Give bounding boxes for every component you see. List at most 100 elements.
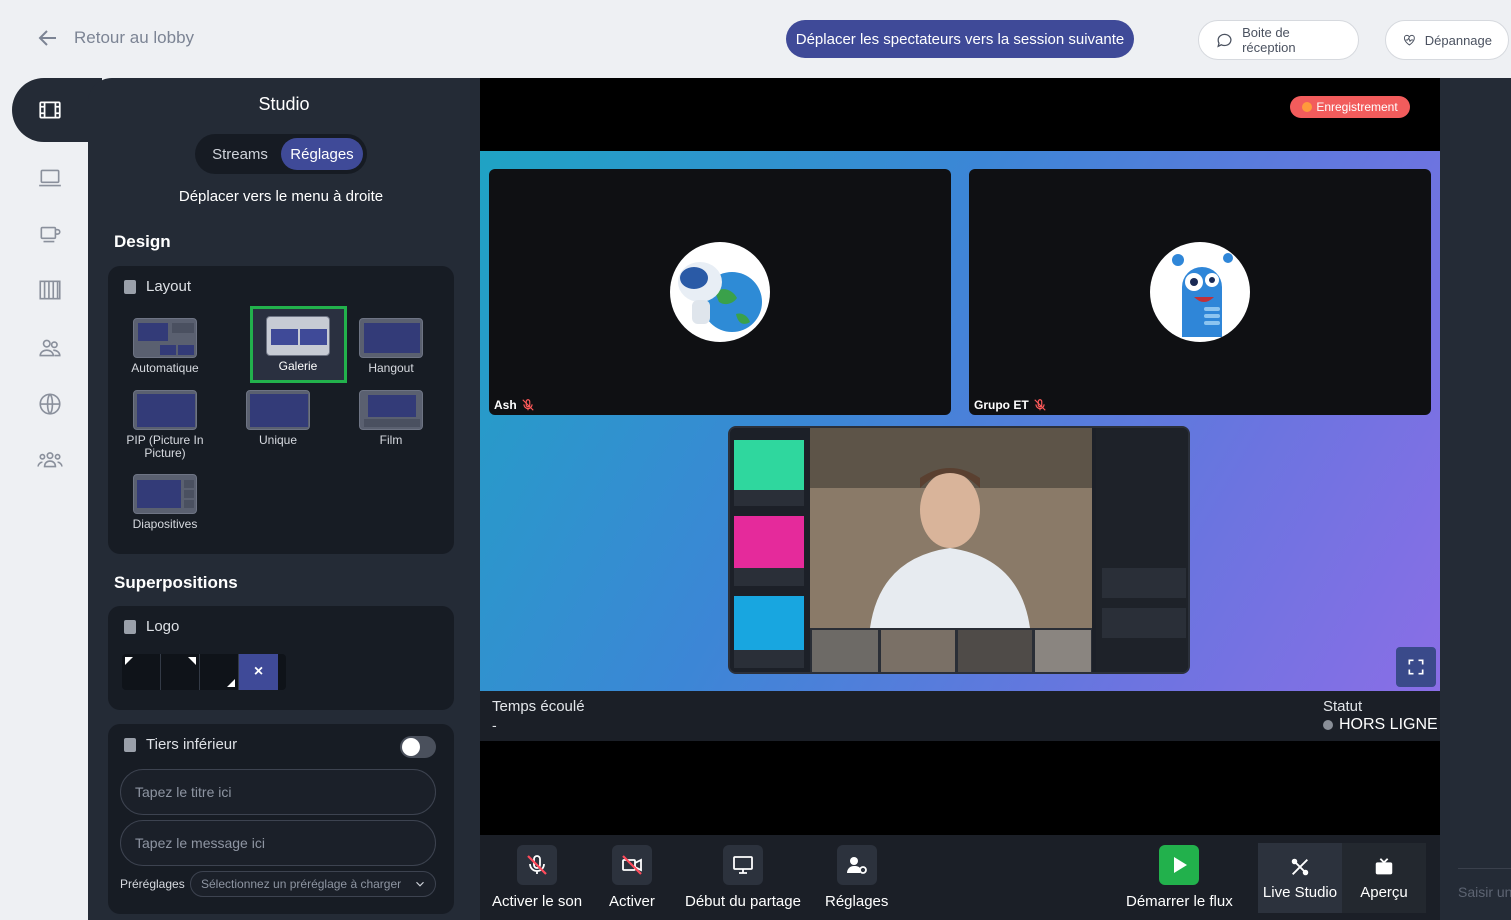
rail-screen[interactable] <box>36 164 64 192</box>
logo-header: Logo <box>124 618 179 635</box>
panel-title: Studio <box>258 94 310 114</box>
back-label: Retour au lobby <box>74 28 195 47</box>
participant-name-text: Grupo ET <box>974 398 1029 412</box>
studio-stage: Enregistrement Ash Grupo ET Temps écoulé… <box>480 78 1440 920</box>
layout-pip-label: PIP (Picture In Picture) <box>126 433 204 460</box>
lower-third-toggle[interactable] <box>400 736 436 758</box>
troubleshoot-button[interactable]: Dépannage <box>1385 20 1509 60</box>
avatar-ash <box>670 242 770 342</box>
logo-bottom-right[interactable] <box>200 654 239 690</box>
layout-gallery[interactable]: Galerie <box>250 316 346 373</box>
film-icon <box>39 101 61 119</box>
start-stream-label: Démarrer le flux <box>1126 893 1233 910</box>
chevron-down-icon <box>416 881 424 887</box>
unmute-button[interactable]: Activer le son <box>492 845 582 910</box>
mic-off-icon <box>522 399 534 411</box>
grid-icon <box>39 280 61 300</box>
logo-clear-button[interactable]: × <box>239 654 278 690</box>
logo-top-right[interactable] <box>161 654 200 690</box>
logo-position-picker: × <box>122 654 286 690</box>
participant-tile-grupo-et[interactable]: Grupo ET <box>969 169 1431 415</box>
back-to-lobby-link[interactable]: Retour au lobby <box>36 26 194 50</box>
lower-third-card: Tiers inférieur Tapez le titre ici Tapez… <box>108 724 454 914</box>
overlays-heading: Superpositions <box>114 573 238 592</box>
recording-label: Enregistrement <box>1316 100 1398 114</box>
logo-top-left[interactable] <box>122 654 161 690</box>
enable-video-button[interactable]: Activer <box>609 845 655 910</box>
live-studio-tab[interactable]: Live Studio <box>1258 843 1342 913</box>
group-icon <box>37 452 63 468</box>
move-right-link[interactable]: Déplacer vers le menu à droite <box>88 188 474 205</box>
shared-screen-image <box>730 428 1188 672</box>
camera-button-box <box>611 845 652 885</box>
enable-video-label: Activer <box>609 893 655 910</box>
settings-button[interactable]: Réglages <box>825 845 888 910</box>
inbox-label: Boite de réception <box>1242 25 1296 55</box>
layout-single[interactable]: Unique <box>230 390 326 447</box>
user-gear-icon <box>846 857 867 874</box>
inbox-button[interactable]: Boite de réception <box>1198 20 1359 60</box>
start-stream-button[interactable]: Démarrer le flux <box>1126 845 1233 910</box>
left-rail <box>0 78 88 920</box>
top-bar: Retour au lobby Déplacer les spectateurs… <box>0 0 1511 78</box>
camera-off-icon <box>622 855 642 875</box>
move-viewers-button[interactable]: Déplacer les spectateurs vers la session… <box>786 20 1134 58</box>
start-share-label: Début du partage <box>685 893 801 910</box>
broadcast-canvas: Ash Grupo ET <box>480 151 1440 691</box>
layout-pip-thumb <box>133 390 197 430</box>
layout-pip[interactable]: PIP (Picture In Picture) <box>117 390 213 460</box>
layout-header: Layout <box>124 278 191 295</box>
rail-people[interactable] <box>36 334 64 362</box>
elapsed-value: - <box>492 717 497 733</box>
recording-badge: Enregistrement <box>1290 96 1410 118</box>
tab-settings[interactable]: Réglages <box>281 138 363 170</box>
start-share-button[interactable]: Début du partage <box>685 845 801 910</box>
presets-select-value: Sélectionnez un préréglage à charger <box>201 877 402 891</box>
chat-bubble-icon <box>1217 33 1232 48</box>
layout-film-thumb <box>359 390 423 430</box>
chat-panel <box>1440 78 1511 920</box>
lower-third-header: Tiers inférieur <box>124 736 237 753</box>
participant-name-ash: Ash <box>494 398 535 412</box>
troubleshoot-label: Dépannage <box>1424 32 1492 48</box>
rail-world[interactable] <box>36 390 64 418</box>
settings-label: Réglages <box>825 893 889 910</box>
tab-streams[interactable]: Streams <box>199 138 281 170</box>
presets-select[interactable]: Sélectionnez un préréglage à charger <box>190 871 436 897</box>
rail-expo[interactable] <box>36 276 64 304</box>
rail-studio[interactable] <box>36 96 64 124</box>
toggle-knob <box>402 738 420 756</box>
mic-off-icon <box>1034 399 1046 411</box>
layout-hangout-label: Hangout <box>368 361 414 375</box>
layout-icon <box>124 279 136 294</box>
layout-hangout[interactable]: Hangout <box>343 318 439 375</box>
tools-icon <box>1291 858 1309 875</box>
chat-input[interactable]: Saisir un <box>1458 884 1511 900</box>
globe-icon <box>39 393 61 415</box>
preview-tab[interactable]: Aperçu <box>1342 843 1426 913</box>
layout-card: Layout Automatique Galerie Hangout PIP (… <box>108 266 454 554</box>
avatar-grupo-et <box>1150 242 1250 342</box>
design-heading: Design <box>114 232 171 251</box>
status-value: HORS LIGNE <box>1323 716 1438 734</box>
play-icon <box>1174 857 1188 873</box>
alien-mascot-icon <box>1172 253 1233 337</box>
rail-lounge[interactable] <box>36 220 64 248</box>
layout-automatic-thumb <box>133 318 197 358</box>
layout-hangout-thumb <box>359 318 423 358</box>
fullscreen-button[interactable] <box>1396 647 1436 687</box>
panel-tabs: Streams Réglages <box>195 134 367 174</box>
coffee-cup-icon <box>40 226 61 243</box>
status-dot-icon <box>1323 720 1333 730</box>
lower-third-title-input[interactable]: Tapez le titre ici <box>120 769 436 815</box>
layout-slides[interactable]: Diapositives <box>117 474 213 531</box>
screen-share-preview <box>728 426 1190 674</box>
layout-film[interactable]: Film <box>343 390 439 447</box>
rail-groups[interactable] <box>36 446 64 474</box>
layout-automatic[interactable]: Automatique <box>117 318 213 375</box>
studio-panel: Studio Streams Réglages Déplacer vers le… <box>88 78 480 920</box>
chat-input-divider <box>1458 868 1511 869</box>
lower-third-message-input[interactable]: Tapez le message ici <box>120 820 436 866</box>
participant-tile-ash[interactable]: Ash <box>489 169 951 415</box>
status-text: HORS LIGNE <box>1339 716 1438 733</box>
